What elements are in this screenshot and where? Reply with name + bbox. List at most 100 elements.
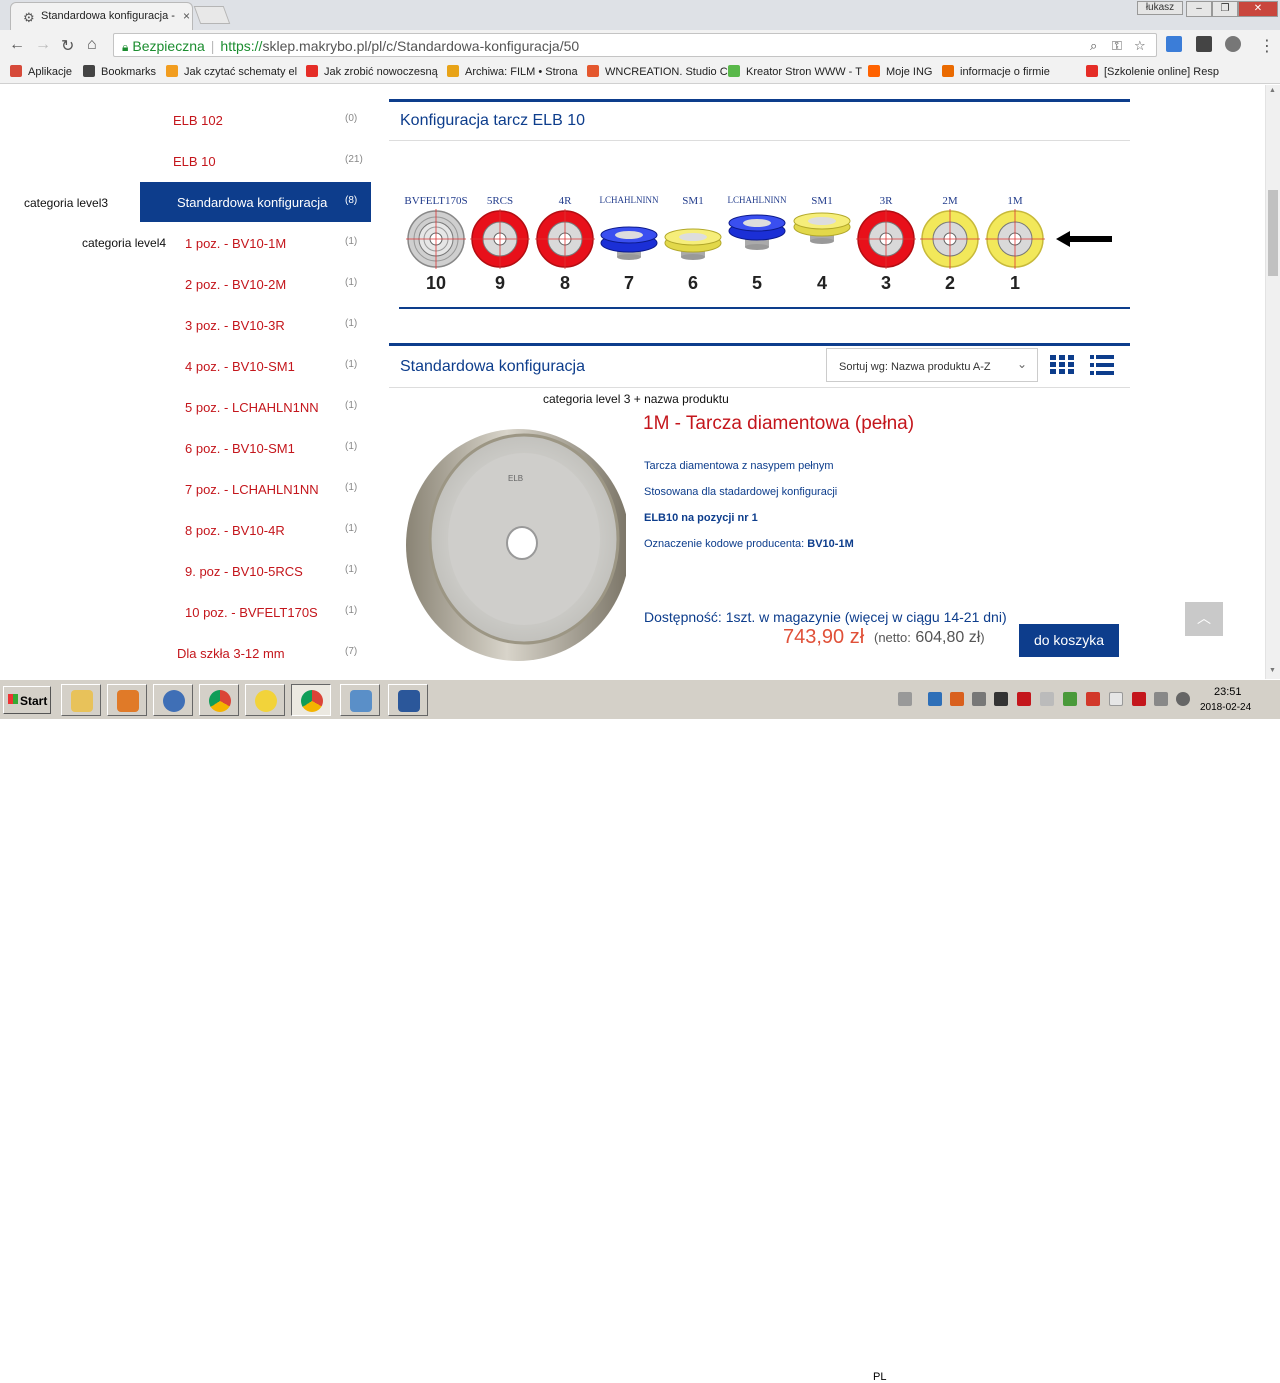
address-bar[interactable]: 🔒︎ Bezpieczna | https://sklep.makrybo.pl/pl… xyxy=(113,33,1157,57)
taskbar-thunderbird[interactable] xyxy=(153,684,193,716)
clock-date[interactable]: 2018-02-24 xyxy=(1200,702,1251,713)
sidebar-category-item[interactable]: Dla szkła 3-12 mm (7) xyxy=(0,633,370,673)
language-indicator[interactable]: PL xyxy=(873,1371,886,1383)
mail-icon xyxy=(163,690,185,712)
taskbar-chrome-active[interactable] xyxy=(291,684,331,716)
security-icon[interactable] xyxy=(950,692,964,706)
extension-gear-icon[interactable] xyxy=(1225,36,1241,52)
sidebar-category-item[interactable]: 8 poz. - BV10-4R (1) xyxy=(0,510,370,550)
bookmark-item[interactable]: Jak zrobić nowoczesną xyxy=(306,65,438,78)
sidebar-category-item[interactable]: ELB 102 (0) xyxy=(0,100,370,140)
section-divider xyxy=(389,140,1130,141)
word-icon xyxy=(398,690,420,712)
bookmark-item[interactable]: Moje ING xyxy=(868,65,932,78)
network-icon[interactable] xyxy=(928,692,942,706)
start-button[interactable]: Start xyxy=(3,686,51,714)
sort-select[interactable]: Sortuj wg: Nazwa produktu A-Z ⌄ xyxy=(826,348,1038,382)
keyboard-icon[interactable] xyxy=(898,692,912,706)
taskbar-tips[interactable] xyxy=(245,684,285,716)
antivirus-icon[interactable] xyxy=(1086,692,1100,706)
sidebar-category-count: (21) xyxy=(345,154,363,165)
star-icon[interactable]: ☆ xyxy=(1134,38,1146,54)
zoom-icon[interactable]: ⌕ xyxy=(1090,38,1097,54)
acrobat-icon[interactable] xyxy=(1017,692,1031,706)
grinding-wheel-yellow-side[interactable] xyxy=(661,207,725,271)
device-icon[interactable] xyxy=(1109,692,1123,706)
product-title[interactable]: 1M - Tarcza diamentowa (pełna) xyxy=(643,413,914,435)
new-tab-button[interactable] xyxy=(193,6,231,24)
chrome-icon xyxy=(301,690,323,712)
pocket-icon[interactable] xyxy=(1196,36,1212,52)
bookmark-item[interactable]: Aplikacje xyxy=(10,65,72,78)
browser-tab[interactable]: ⚙ Standardowa konfiguracja - × xyxy=(10,2,193,30)
clock-time[interactable]: 23:51 xyxy=(1214,686,1242,698)
menu-icon[interactable]: ⋮ xyxy=(1259,36,1275,56)
grinding-wheel-blue[interactable] xyxy=(725,201,789,265)
scroll-down-arrow-icon[interactable]: ▼ xyxy=(1269,667,1276,674)
add-to-cart-button[interactable]: do koszyka xyxy=(1019,624,1119,657)
sidebar-category-label: 6 poz. - BV10-SM1 xyxy=(185,441,295,456)
product-image[interactable]: ELB xyxy=(398,415,626,663)
back-arrow-icon[interactable]: ← xyxy=(9,36,25,54)
sidebar-category-item[interactable]: 7 poz. - LCHAHLN1NN (1) xyxy=(0,469,370,509)
ink-icon[interactable] xyxy=(994,692,1008,706)
sidebar-category-item[interactable]: ELB 10 (21) xyxy=(0,141,370,181)
page-scrollbar[interactable]: ▲ ▼ xyxy=(1265,85,1280,679)
grinding-wheel-red[interactable] xyxy=(533,207,597,271)
taskbar-word[interactable] xyxy=(388,684,428,716)
taskbar-chrome[interactable] xyxy=(199,684,239,716)
bookmark-item[interactable]: Kreator Stron WWW - T xyxy=(728,65,862,78)
grid-view-icon[interactable] xyxy=(1050,355,1074,375)
grinding-wheel-yellow[interactable] xyxy=(918,207,982,271)
grinding-wheel-red[interactable] xyxy=(854,207,918,271)
sidebar-category-count: (1) xyxy=(345,318,358,329)
taskbar-explorer[interactable] xyxy=(61,684,101,716)
minimize-button[interactable]: – xyxy=(1186,1,1212,17)
volume-icon[interactable] xyxy=(972,692,986,706)
sidebar-category-item[interactable]: 9. poz - BV10-5RCS (1) xyxy=(0,551,370,591)
grinding-wheel-yellow-side[interactable] xyxy=(790,201,854,265)
speaker-icon[interactable] xyxy=(1176,692,1190,706)
sidebar-category-label: 5 poz. - LCHAHLN1NN xyxy=(185,400,319,415)
grinding-wheel-red[interactable] xyxy=(468,207,532,271)
bookmark-item[interactable]: Jak czytać schematy el xyxy=(166,65,297,78)
taskbar-photos[interactable] xyxy=(340,684,380,716)
sidebar-category-label: 10 poz. - BVFELT170S xyxy=(185,605,318,620)
scroll-up-arrow-icon[interactable]: ▲ xyxy=(1269,87,1276,94)
wheel-engraving: ELB xyxy=(508,474,523,483)
bookmark-item[interactable]: WNCREATION. Studio C xyxy=(587,65,728,78)
sidebar-category-item[interactable]: 3 poz. - BV10-3R (1) xyxy=(0,305,370,345)
key-icon[interactable]: ⚿ xyxy=(1112,38,1122,54)
list-view-icon[interactable] xyxy=(1090,355,1114,375)
profile-button[interactable]: łukasz xyxy=(1137,1,1183,15)
scroll-to-top-button[interactable]: ︿ xyxy=(1185,602,1223,636)
product-netto: (netto: 604,80 zł) xyxy=(874,629,985,647)
reload-icon[interactable]: ↻ xyxy=(61,36,74,56)
taskbar-media-player[interactable] xyxy=(107,684,147,716)
grinding-wheel-felt[interactable] xyxy=(404,207,468,271)
bookmark-item[interactable]: [Szkolenie online] Resp xyxy=(1086,65,1219,78)
scrollbar-thumb[interactable] xyxy=(1268,190,1278,276)
bookmark-item[interactable]: Bookmarks xyxy=(83,65,156,78)
sidebar-category-item[interactable]: 5 poz. - LCHAHLN1NN (1) xyxy=(0,387,370,427)
home-icon[interactable]: ⌂ xyxy=(87,36,97,54)
close-icon[interactable]: × xyxy=(183,9,190,23)
app-icon[interactable] xyxy=(1063,692,1077,706)
sidebar-category-item[interactable]: 1 poz. - BV10-1M (1) xyxy=(0,223,370,263)
shield-icon[interactable] xyxy=(1132,692,1146,706)
maximize-button[interactable]: ❐ xyxy=(1212,1,1238,17)
sidebar-category-item[interactable]: 10 poz. - BVFELT170S (1) xyxy=(0,592,370,632)
bookmark-item[interactable]: Archiwa: FILM • Strona xyxy=(447,65,578,78)
signal-icon[interactable] xyxy=(1154,692,1168,706)
bookmark-item[interactable]: informacje o firmie xyxy=(942,65,1050,78)
sidebar-category-item[interactable]: 2 poz. - BV10-2M (1) xyxy=(0,264,370,304)
grinding-wheel-yellow[interactable] xyxy=(983,207,1047,271)
window-close-button[interactable]: ✕ xyxy=(1238,1,1278,17)
update-icon[interactable] xyxy=(1040,692,1054,706)
sidebar-category-item[interactable]: 6 poz. - BV10-SM1 (1) xyxy=(0,428,370,468)
sidebar-category-item[interactable]: Standardowa konfiguracja (8) xyxy=(140,182,371,222)
forward-arrow-icon[interactable]: → xyxy=(35,36,51,54)
sidebar-category-item[interactable]: 4 poz. - BV10-SM1 (1) xyxy=(0,346,370,386)
grinding-wheel-blue[interactable] xyxy=(597,207,661,271)
extension-icon[interactable] xyxy=(1166,36,1182,52)
